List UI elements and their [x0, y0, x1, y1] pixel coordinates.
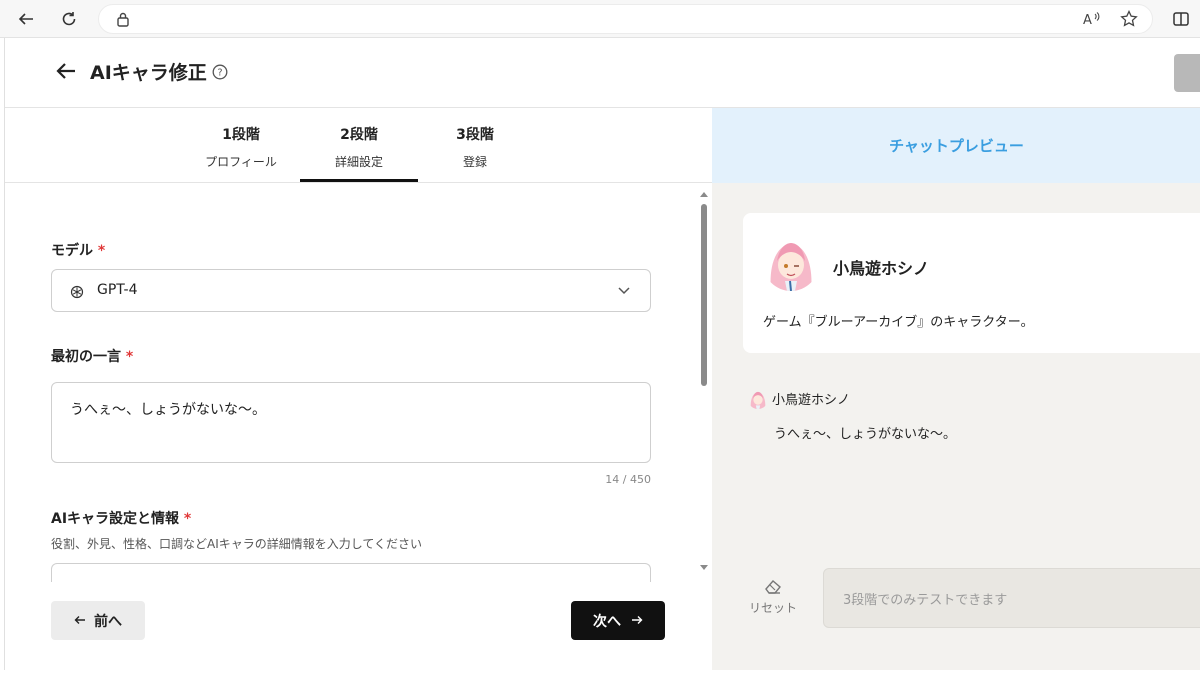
first-line-textarea[interactable]: うへぇ〜、しょうがないな〜。: [51, 382, 651, 463]
required-mark: *: [183, 511, 192, 527]
settings-hint: 役割、外見、性格、口調などAIキャラの詳細情報を入力してください: [51, 537, 423, 551]
message-avatar: [748, 389, 768, 409]
prev-button[interactable]: 前へ: [51, 601, 145, 640]
svg-text:?: ?: [217, 68, 222, 79]
model-label: モデル *: [51, 240, 105, 260]
step-number: 3段階: [456, 127, 494, 143]
favorite-star-icon[interactable]: [1120, 9, 1138, 32]
help-icon[interactable]: ?: [212, 64, 228, 84]
editor-panel: 1段階 プロフィール 2段階 詳細設定 3段階 登録 モデル * GPT-4 最…: [5, 108, 712, 670]
character-name: 小鳥遊ホシノ: [833, 259, 930, 278]
character-counter: 14 / 450: [605, 473, 651, 486]
browser-toolbar: A: [0, 0, 1200, 38]
next-button-label: 次へ: [593, 613, 621, 630]
back-arrow-icon[interactable]: [55, 60, 77, 86]
message-sender-name: 小鳥遊ホシノ: [772, 393, 851, 408]
next-button[interactable]: 次へ: [571, 601, 665, 640]
app-frame: AIキャラ修正 ? 1段階 プロフィール 2段階 詳細設定 3段階 登録 モデル…: [4, 38, 1200, 670]
chat-preview-title: チャットプレビュー: [712, 108, 1200, 183]
step-name: 詳細設定: [334, 155, 383, 169]
page-title: AIキャラ修正: [90, 62, 207, 84]
character-avatar: [763, 235, 819, 291]
model-select-value: GPT-4: [97, 282, 138, 298]
step-number: 2段階: [340, 127, 378, 143]
step-tabs: 1段階 プロフィール 2段階 詳細設定 3段階 登録: [5, 108, 712, 183]
eraser-icon: [742, 578, 804, 596]
chat-preview-panel: チャットプレビュー 小鳥遊ホシノ ゲーム『ブルーアーカイブ』のキャラクター。 小…: [712, 108, 1200, 670]
required-mark: *: [125, 349, 134, 365]
required-mark: *: [97, 243, 106, 259]
tab-step-1[interactable]: 1段階 プロフィール: [182, 124, 300, 170]
settings-label-text: AIキャラ設定と情報: [51, 511, 180, 527]
message-text: うへぇ〜、しょうがないな〜。: [774, 427, 957, 442]
step-name: 登録: [462, 155, 487, 169]
form-footer: 前へ 次へ: [5, 582, 712, 670]
active-step-indicator: [300, 179, 418, 182]
openai-icon: [70, 284, 84, 303]
reset-label: リセット: [748, 601, 797, 615]
step-number: 1段階: [222, 127, 260, 143]
model-select[interactable]: GPT-4: [51, 269, 651, 312]
arrow-right-icon: [631, 613, 643, 629]
top-right-button[interactable]: [1174, 54, 1200, 92]
read-aloud-icon[interactable]: A: [1083, 11, 1101, 31]
tab-step-2[interactable]: 2段階 詳細設定: [300, 124, 418, 170]
chevron-down-icon: [617, 282, 631, 301]
reset-button[interactable]: リセット: [742, 578, 804, 616]
page-header: AIキャラ修正 ?: [5, 38, 1200, 108]
back-icon[interactable]: [13, 6, 39, 32]
refresh-icon[interactable]: [56, 6, 82, 32]
character-description: ゲーム『ブルーアーカイブ』のキャラクター。: [763, 315, 1034, 330]
settings-textarea[interactable]: [51, 563, 651, 583]
model-label-text: モデル: [51, 243, 93, 259]
address-bar[interactable]: A: [98, 4, 1153, 34]
arrow-left-icon: [74, 613, 86, 629]
character-profile-card: 小鳥遊ホシノ ゲーム『ブルーアーカイブ』のキャラクター。: [743, 213, 1200, 353]
lock-icon: [116, 11, 130, 31]
first-line-label: 最初の一言 *: [51, 346, 133, 366]
first-line-label-text: 最初の一言: [51, 349, 121, 365]
page: AIキャラ修正 ? 1段階 プロフィール 2段階 詳細設定 3段階 登録 モデル…: [0, 38, 1200, 675]
prev-button-label: 前へ: [94, 613, 122, 630]
step-name: プロフィール: [205, 155, 277, 169]
svg-text:A: A: [1083, 13, 1092, 27]
chat-message-input[interactable]: 3段階でのみテストできます: [823, 568, 1200, 628]
settings-label: AIキャラ設定と情報 *: [51, 508, 191, 528]
scrollbar[interactable]: [697, 188, 711, 580]
split-screen-icon[interactable]: [1168, 6, 1194, 32]
tab-step-3[interactable]: 3段階 登録: [416, 124, 534, 170]
